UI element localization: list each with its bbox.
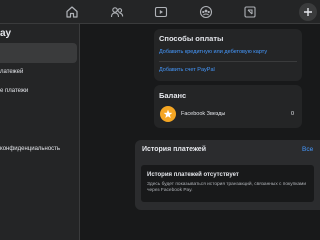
facebook-stars-label: Facebook Звезды <box>181 111 226 117</box>
top-navigation-bar <box>0 0 320 24</box>
empty-state-description: Здесь будет показываться история транзак… <box>147 182 307 193</box>
payment-history-section: История платежей Все История платежей от… <box>135 140 320 210</box>
star-icon <box>160 106 176 122</box>
sidebar-item-settings[interactable] <box>0 43 77 63</box>
friends-icon[interactable] <box>110 5 124 19</box>
sidebar-title: ay <box>0 28 12 39</box>
sidebar-item-payments[interactable]: е платежи <box>0 81 77 101</box>
balance-card: Баланс Facebook Звезды 0 <box>154 85 302 128</box>
add-card-link[interactable]: Добавить кредитную или дебетовую карту <box>159 49 267 55</box>
divider <box>159 61 297 62</box>
balance-title: Баланс <box>159 91 187 100</box>
payment-methods-card: Способы оплаты Добавить кредитную или де… <box>154 29 302 81</box>
facebook-stars-value: 0 <box>291 111 295 117</box>
sidebar-item-payment-history[interactable]: латежей <box>0 62 77 82</box>
watch-icon[interactable] <box>154 5 168 19</box>
create-button[interactable] <box>299 3 317 21</box>
payment-history-title: История платежей <box>142 146 207 153</box>
home-icon[interactable] <box>65 5 79 19</box>
plus-icon <box>304 8 312 16</box>
see-all-link[interactable]: Все <box>302 146 313 153</box>
empty-state-box: История платежей отсутствует Здесь будет… <box>141 165 314 202</box>
sidebar: ay латежей е платежи конфиденциальность <box>0 24 80 240</box>
add-paypal-link[interactable]: Добавить счет PayPal <box>159 67 215 73</box>
payment-methods-title: Способы оплаты <box>159 34 224 43</box>
groups-icon[interactable] <box>199 5 213 19</box>
gaming-icon[interactable] <box>243 5 257 19</box>
empty-state-title: История платежей отсутствует <box>147 172 239 178</box>
sidebar-item-privacy[interactable]: конфиденциальность <box>0 139 77 159</box>
